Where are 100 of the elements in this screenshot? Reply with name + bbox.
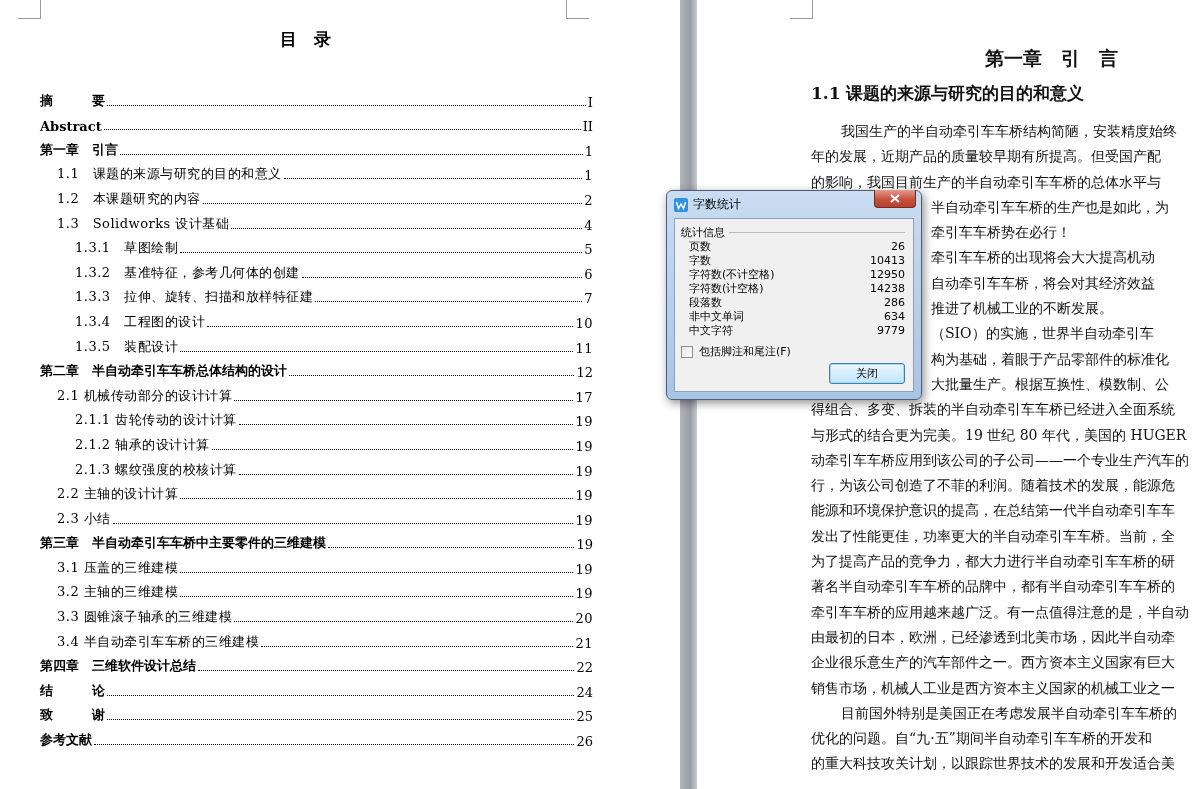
page-number: 20 [575, 611, 593, 627]
page-number: 1 [584, 168, 593, 184]
toc-entry[interactable]: 3.1 压盖的三维建模 [57, 558, 179, 577]
toc-entry[interactable]: 第三章 半自动牵引车车桥中主要零件的三维建模 [40, 534, 326, 553]
page-number: 4 [584, 217, 593, 233]
page-number: 21 [575, 635, 593, 651]
close-dialog-button[interactable]: 关闭 [829, 363, 905, 384]
page-number: 10 [575, 315, 593, 331]
page-number: 17 [575, 389, 593, 405]
body-text-line: 得组合、多变、拆装的半自动牵引车车桥已经进入全面系统 [811, 400, 1175, 420]
body-text-line: 推进了机械工业的不断发展。 [931, 299, 1113, 319]
close-button[interactable] [874, 190, 916, 208]
crop-mark [790, 0, 813, 19]
close-icon [890, 194, 900, 203]
body-text-line: 牵引车车桥的出现将会大大提高机动 [931, 248, 1155, 268]
toc-entry[interactable]: 1.3 Solidworks 设计基础 [57, 214, 230, 233]
page-number: 22 [576, 660, 593, 676]
page-number: 5 [584, 242, 593, 258]
checkbox[interactable] [681, 345, 693, 358]
toc-entry[interactable]: 2.1.1 齿轮传动的设计计算 [75, 411, 237, 430]
toc-entry[interactable]: 第一章 引言 [40, 140, 118, 159]
stat-label: 非中文单词 [689, 310, 744, 324]
body-text-line: 销售市场，机械人工业是西方资本主义国家的机械工业之一 [811, 678, 1175, 698]
page-number: 1 [584, 143, 593, 159]
page-number: 11 [575, 340, 593, 356]
toc-entry[interactable]: 2.3 小结 [57, 509, 111, 528]
toc-entry[interactable]: 1.3.5 装配设计 [75, 337, 179, 356]
toc-entry[interactable]: 结 论 [40, 681, 105, 700]
page-number: 19 [575, 561, 593, 577]
toc-entry[interactable]: 3.4 半自动牵引车车桥的三维建模 [57, 632, 260, 651]
toc-entry[interactable]: 摘 要 [40, 91, 105, 110]
stat-label: 字符数(不计空格) [689, 268, 775, 282]
page-number: 19 [575, 414, 593, 430]
body-text-line: 牵引车车桥的应用越来越广泛。有一点值得注意的是，半自动 [811, 602, 1189, 622]
page-number: 19 [575, 488, 593, 504]
toc-entry[interactable]: 2.2 主轴的设计计算 [57, 485, 179, 504]
body-text-line: （SIO）的实施，世界半自动牵引车 [931, 324, 1154, 344]
page-number: 19 [575, 438, 593, 454]
group-label: 统计信息 [681, 225, 725, 240]
crop-mark [566, 0, 589, 19]
toc-entry[interactable]: 2.1 机械传动部分的设计计算 [57, 386, 233, 405]
crop-mark [18, 0, 41, 19]
toc-entry[interactable]: 致 谢 [40, 706, 105, 725]
page-title: 目 录 [279, 28, 331, 51]
body-text-line: 优化的问题。自“九·五”期间半自动牵引车车桥的开发和 [811, 729, 1152, 749]
body-text-line: 企业很乐意生产的汽车部件之一。西方资本主义国家有巨大 [811, 653, 1175, 673]
toc-entry[interactable]: 第四章 三维软件设计总结 [40, 657, 196, 676]
page-number: 19 [575, 586, 593, 602]
body-text-line: 牵引车车桥势在必行！ [931, 223, 1071, 243]
stat-value: 14238 [870, 282, 905, 296]
checkbox-label[interactable]: 包括脚注和尾注(F) [699, 344, 791, 359]
body-text-line: 发出了性能更佳，功率更大的半自动牵引车车桥。当前，全 [811, 526, 1175, 546]
toc-entry[interactable]: 1.1 课题的来源与研究的目的和意义 [57, 165, 282, 184]
body-text-line: 为了提高产品的竞争力，都大力进行半自动牵引车车桥的研 [811, 552, 1175, 572]
toc-entry[interactable]: 1.3.2 基准特征，参考几何体的创建 [75, 263, 300, 282]
chapter-title: 第一章 引 言 [984, 47, 1118, 69]
body-text-line: 行，为该公司创造了不菲的利润。随着技术的发展，能源危 [811, 476, 1175, 496]
toc-entry[interactable]: 1.3.3 拉伸、旋转、扫描和放样特征建 [75, 288, 314, 307]
body-text-line: 自动牵引车车桥，将会对其经济效益 [931, 273, 1155, 293]
toc-entry[interactable]: 第二章 半自动牵引车车桥总体结构的设计 [40, 362, 287, 381]
toc-entry[interactable]: 2.1.3 螺纹强度的校核计算 [75, 460, 237, 479]
page-number: 24 [576, 684, 593, 700]
page-number: 26 [576, 734, 593, 750]
body-text-line: 著名半自动牵引车车桥的品牌中，都有半自动牵引车车桥的 [811, 577, 1175, 597]
toc-entry[interactable]: 1.3.4 工程图的设计 [75, 312, 206, 331]
toc-entry[interactable]: 参考文献 [40, 731, 92, 750]
body-text-line: 与形式的结合更为完美。19 世纪 80 年代，美国的 HUGER [811, 425, 1187, 445]
body-text-line: 的重大科技攻关计划，以跟踪世界技术的发展和开发适合美 [811, 754, 1175, 774]
toc-entry[interactable]: 3.2 主轴的三维建模 [57, 583, 179, 602]
body-text-line: 半自动牵引车车桥的生产也是如此，为 [931, 197, 1169, 217]
stat-value: 9779 [877, 324, 905, 338]
toc-entry[interactable]: 1.2 本课题研究的内容 [57, 189, 201, 208]
stat-label: 页数 [689, 240, 711, 254]
section-title: 1.1 课题的来源与研究的目的和意义 [811, 83, 1085, 103]
body-text-line: 的影响，我国目前生产的半自动牵引车车桥的总体水平与 [811, 172, 1161, 192]
toc-entry[interactable]: 1.3.1 草图绘制 [75, 239, 179, 258]
body-text-line: 构为基础，着眼于产品零部件的标准化 [931, 349, 1169, 369]
stat-label: 字数 [689, 254, 711, 268]
body-text-line: 由最初的日本，欧洲，已经渗透到北美市场，因此半自动牵 [811, 627, 1175, 647]
page-number: II [582, 119, 593, 135]
toc-entry[interactable]: 2.1.2 轴承的设计计算 [75, 435, 210, 454]
body-text-line: 动牵引车车桥应用到该公司的子公司——一个专业生产汽车的 [811, 450, 1189, 470]
toc-entry[interactable]: 3.3 圆锥滚子轴承的三维建模 [57, 608, 233, 627]
page-number: 7 [584, 291, 593, 307]
page-number: 19 [576, 537, 593, 553]
page-number: 25 [576, 709, 593, 725]
dialog-title: 字数统计 [693, 196, 741, 213]
body-text-line: 我国生产的半自动牵引车车桥结构简陋，安装精度始终 [841, 122, 1177, 141]
stat-label: 字符数(计空格) [689, 282, 764, 296]
stat-value: 10413 [870, 254, 905, 268]
stat-label: 中文字符 [689, 324, 733, 338]
body-text-line: 大批量生产。根据互换性、模数制、公 [931, 374, 1169, 394]
stat-value: 634 [884, 310, 905, 324]
stat-value: 26 [891, 240, 905, 254]
body-text-line: 能源和环境保护意识的提高，在总结第一代半自动牵引车车 [811, 501, 1175, 521]
page-number: 12 [576, 365, 593, 381]
body-text-line: 目前国外特别是美国正在考虑发展半自动牵引车车桥的 [841, 703, 1177, 723]
page-number: 19 [575, 512, 593, 528]
page-number: 19 [575, 463, 593, 479]
toc-entry[interactable]: Abstract [40, 119, 102, 135]
